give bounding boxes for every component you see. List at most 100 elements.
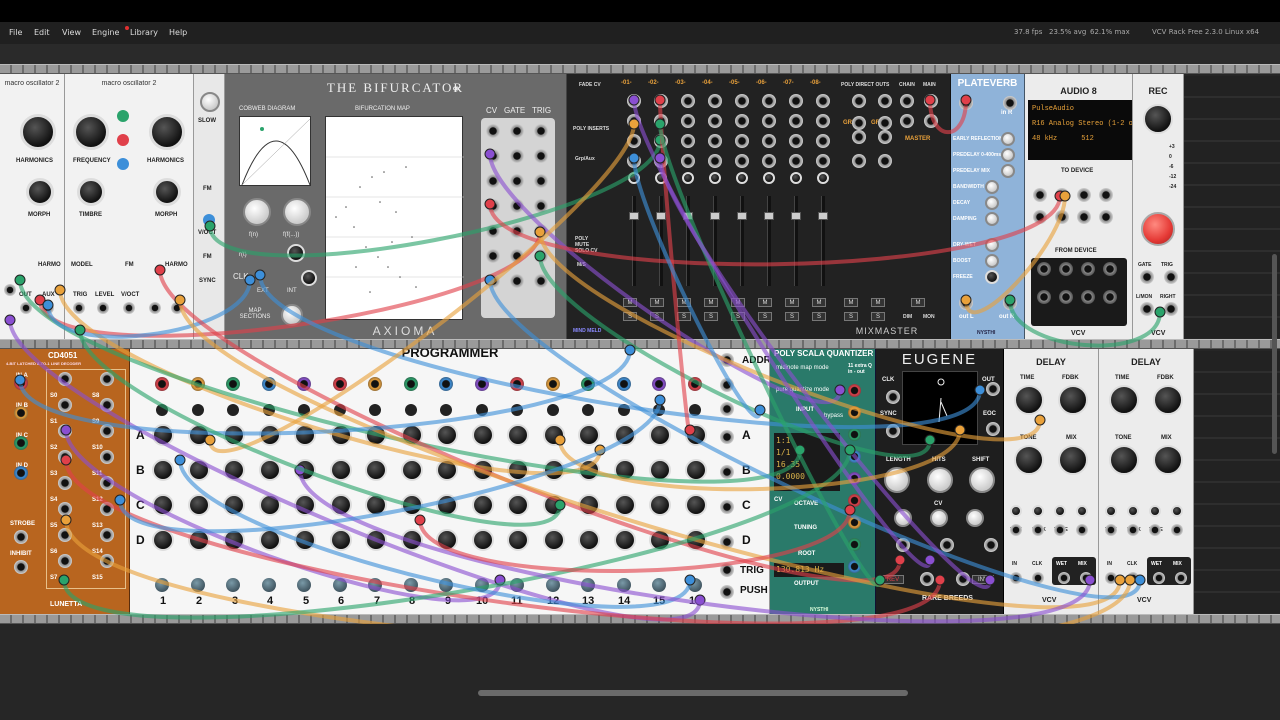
next-jack[interactable] [720, 378, 734, 392]
main-jack[interactable] [900, 94, 914, 108]
delay-in-jack[interactable] [1010, 572, 1022, 584]
early-reflections-knob[interactable] [1001, 132, 1015, 146]
tone-knob[interactable] [1109, 445, 1139, 475]
step-voltage-knob[interactable] [613, 459, 636, 481]
channel-fader[interactable] [737, 196, 747, 286]
step-voltage-knob[interactable] [187, 459, 210, 481]
cv-jack[interactable] [117, 110, 129, 122]
solo-button-6[interactable]: S [758, 312, 772, 321]
mute-button-grp2[interactable]: M [871, 298, 885, 307]
mixer-channel-jack[interactable] [681, 154, 695, 168]
step-trigger-jack[interactable] [545, 578, 560, 592]
eugene-jack[interactable] [986, 382, 1000, 396]
step-select-button[interactable] [653, 404, 665, 416]
step-voltage-knob[interactable] [542, 494, 565, 516]
clk-knob[interactable] [301, 270, 317, 286]
step-voltage-knob[interactable] [329, 494, 352, 516]
bifurcator-output-jack[interactable] [510, 174, 524, 188]
predelay-knob[interactable] [1001, 148, 1015, 162]
cv-attenuator-knob[interactable] [1076, 505, 1088, 517]
macro-oscillator-1[interactable]: macro oscillator 2 HARMONICS MORPH HARMO… [0, 74, 65, 339]
macro-oscillator-2[interactable]: macro oscillator 2 FREQUENCY HARMONICS T… [65, 74, 194, 339]
to-device-jack[interactable] [1077, 188, 1091, 202]
cv-jack[interactable] [117, 158, 129, 170]
step-gate-jack[interactable] [332, 377, 347, 391]
bifurcator-output-jack[interactable] [510, 249, 524, 263]
step-voltage-knob[interactable] [187, 494, 210, 516]
step-gate-jack[interactable] [652, 377, 666, 391]
mixer-channel-jack[interactable] [735, 154, 749, 168]
pan-knob[interactable] [817, 172, 829, 184]
step-voltage-knob[interactable] [578, 529, 600, 551]
aux-jack[interactable] [42, 302, 54, 314]
step-voltage-knob[interactable] [684, 494, 707, 516]
bifurcator-output-jack[interactable] [510, 199, 524, 213]
step-gate-jack[interactable] [368, 377, 382, 391]
step-voltage-knob[interactable] [258, 459, 281, 481]
to-device-jack[interactable] [1033, 210, 1047, 224]
bifurcator-output-jack[interactable] [486, 274, 500, 288]
harmonics-knob[interactable] [20, 114, 56, 150]
step-voltage-knob[interactable] [187, 424, 210, 446]
mixer-channel-jack[interactable] [654, 94, 668, 108]
step-voltage-knob[interactable] [507, 494, 529, 516]
s-left-jack[interactable] [58, 528, 72, 542]
mixer-channel-jack[interactable] [627, 134, 641, 148]
s-left-jack[interactable] [58, 372, 72, 386]
step-voltage-knob[interactable] [223, 494, 245, 516]
mixer-channel-jack[interactable] [735, 134, 749, 148]
record-button[interactable] [1141, 212, 1175, 246]
ffn-knob[interactable] [283, 198, 311, 226]
fader-cap[interactable] [710, 212, 720, 220]
group-jack[interactable] [852, 154, 866, 168]
step-trigger-jack[interactable] [261, 578, 276, 592]
track-label-2[interactable]: -02- [648, 80, 659, 86]
step-voltage-knob[interactable] [329, 459, 352, 481]
mute-button-5[interactable]: M [731, 298, 745, 307]
step-voltage-knob[interactable] [258, 529, 281, 551]
frequency-knob[interactable] [200, 92, 220, 112]
step-voltage-knob[interactable] [365, 459, 387, 481]
step-trigger-jack[interactable] [581, 578, 595, 592]
menu-view[interactable]: View [62, 28, 81, 37]
eugene-jack[interactable] [986, 422, 1000, 436]
step-gate-jack[interactable] [581, 377, 595, 391]
timbre-knob[interactable] [77, 178, 105, 206]
shift-cv-knob[interactable] [966, 509, 984, 527]
s-right-jack[interactable] [100, 528, 114, 542]
bifurcator-output-jack[interactable] [486, 149, 500, 163]
vertical-scrollbar[interactable] [1272, 254, 1277, 454]
channel-fader[interactable] [629, 196, 639, 286]
cv-jack[interactable] [1076, 524, 1088, 536]
rec-gate-jack[interactable] [1140, 270, 1154, 284]
step-voltage-knob[interactable] [684, 424, 707, 446]
step-voltage-knob[interactable] [436, 494, 458, 516]
quantizer-poly-jack[interactable] [848, 516, 861, 529]
step-select-button[interactable] [298, 404, 310, 416]
mixer-channel-jack[interactable] [762, 154, 776, 168]
fader-cap[interactable] [683, 212, 693, 220]
pan-knob[interactable] [709, 172, 721, 184]
bandwidth-knob[interactable] [985, 180, 999, 194]
row-output-jack[interactable] [720, 500, 734, 514]
cv-attenuator-knob[interactable] [1105, 505, 1117, 517]
cd4051-input-jack[interactable] [14, 436, 28, 450]
step-trigger-jack[interactable] [474, 578, 489, 592]
step-voltage-knob[interactable] [294, 459, 316, 481]
channel-fader[interactable] [656, 196, 666, 286]
s-left-jack[interactable] [58, 398, 72, 412]
menu-library[interactable]: Library [130, 28, 158, 37]
to-device-jack[interactable] [1055, 188, 1069, 202]
step-trigger-jack[interactable] [332, 578, 347, 592]
midinote-mode-label[interactable]: midinote map mode [776, 365, 829, 371]
step-voltage-knob[interactable] [329, 424, 352, 446]
cv-attenuator-knob[interactable] [1171, 505, 1183, 517]
from-device-jack[interactable] [1037, 290, 1051, 304]
eugene-module[interactable]: EUGENE CLK SYNC OUT EOC LENGTH HITS SHIF… [876, 349, 1004, 614]
step-select-button[interactable] [156, 404, 168, 416]
step-voltage-knob[interactable] [542, 424, 565, 446]
step-voltage-knob[interactable] [365, 494, 387, 516]
cd4051-input-jack[interactable] [14, 406, 28, 420]
mixmaster-module[interactable]: FADE CV POLY INSERTS Grp/Aux POLY MUTE S… [567, 74, 951, 339]
step-trigger-jack[interactable] [439, 578, 453, 592]
